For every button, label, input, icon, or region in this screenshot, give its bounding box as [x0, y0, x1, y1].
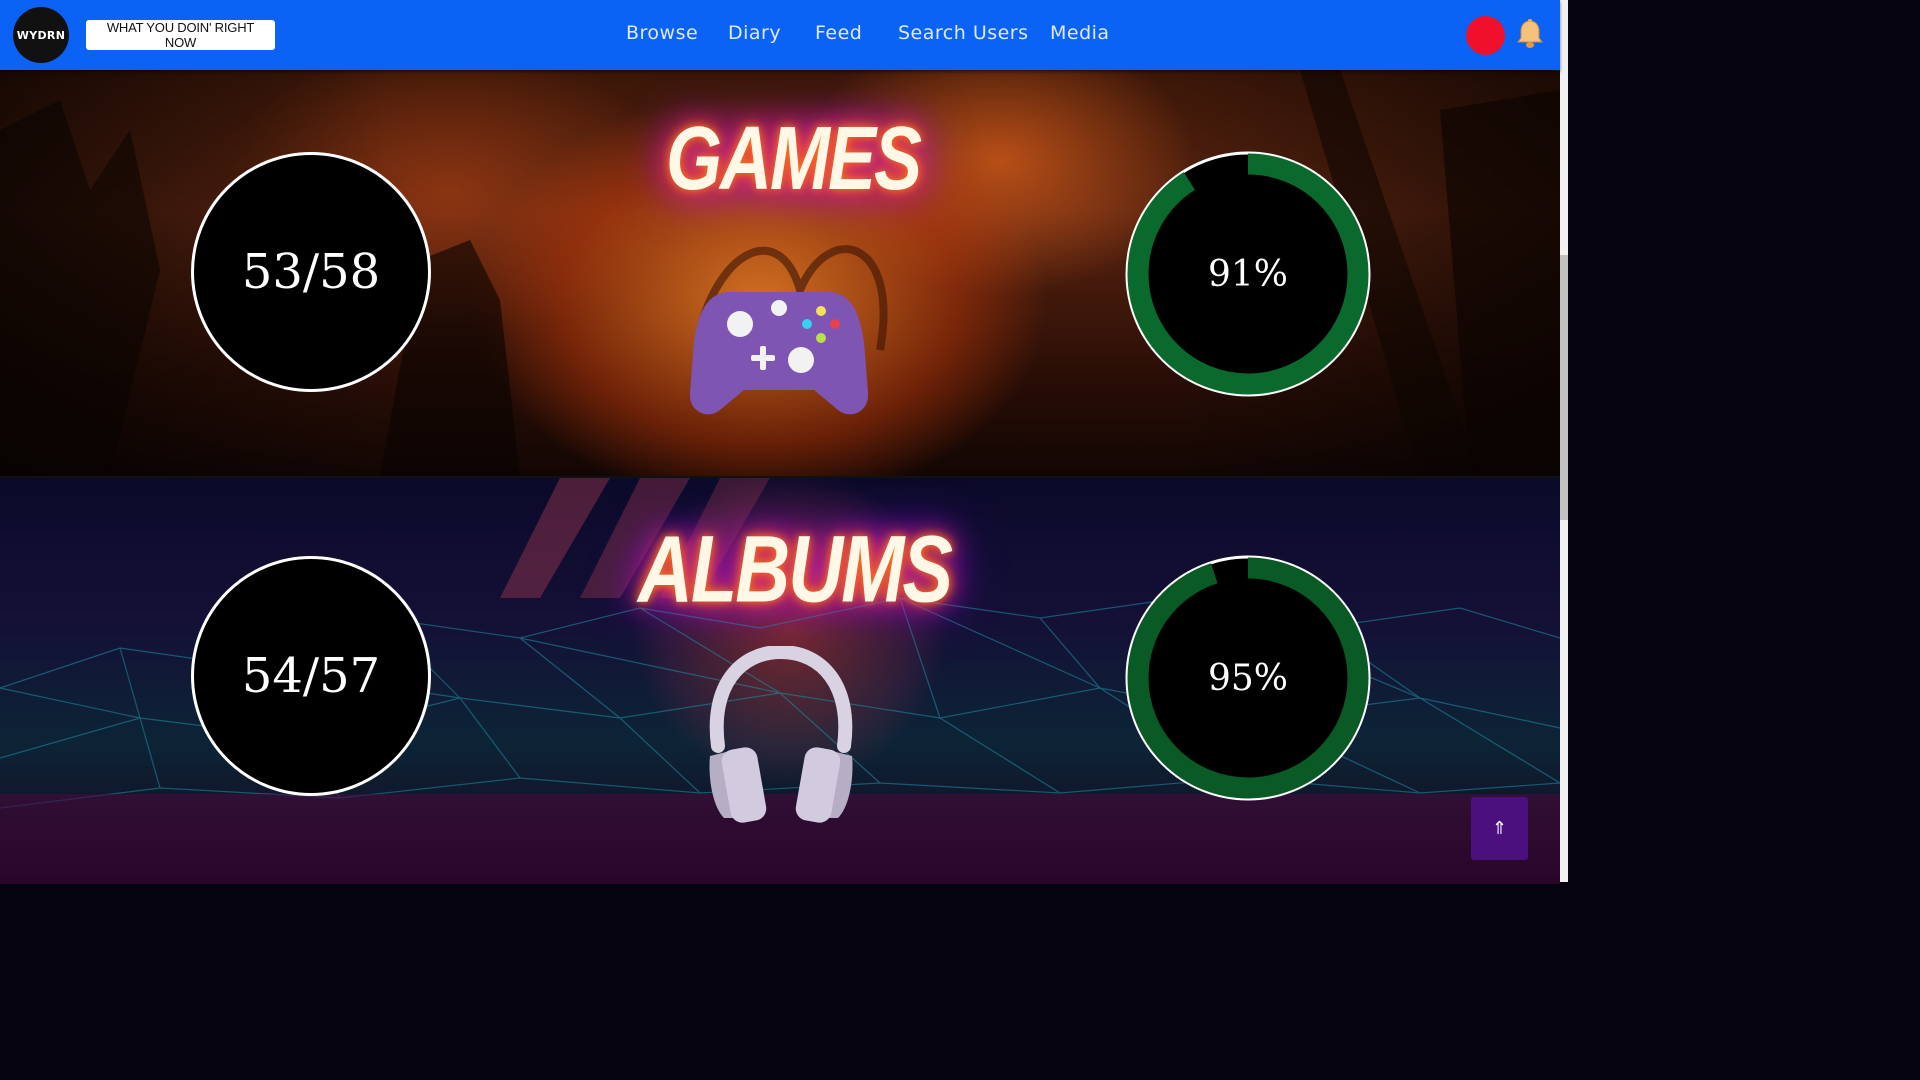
- games-percent-ring: 91%: [1124, 150, 1372, 398]
- games-section: GAMES 53/58 91%: [0, 70, 1560, 476]
- back-to-top-button[interactable]: ⇑: [1471, 797, 1528, 860]
- games-percent-label: 91%: [1207, 253, 1288, 295]
- nav-link-media[interactable]: Media: [1050, 22, 1110, 44]
- game-controller-icon: [690, 292, 868, 415]
- notification-bell-icon[interactable]: [1515, 18, 1545, 50]
- albums-percent-ring: 95%: [1124, 554, 1372, 802]
- what-you-doin-button[interactable]: WHAT YOU DOIN' RIGHT NOW: [86, 20, 275, 50]
- games-count-circle: 53/58: [191, 152, 431, 392]
- nav-link-search-users[interactable]: Search Users: [898, 22, 1029, 44]
- nav-link-browse[interactable]: Browse: [626, 22, 698, 44]
- albums-count-circle: 54/57: [191, 556, 431, 796]
- headphones-icon: [709, 646, 853, 823]
- scrollbar-thumb[interactable]: [1560, 255, 1568, 520]
- albums-percent-label: 95%: [1207, 657, 1288, 699]
- albums-section: ALBUMS 54/57 95%: [0, 476, 1560, 884]
- nav-link-diary[interactable]: Diary: [728, 22, 781, 44]
- user-avatar[interactable]: [1466, 16, 1505, 55]
- top-navbar: WYDRN WHAT YOU DOIN' RIGHT NOW Browse Di…: [0, 0, 1560, 70]
- site-logo[interactable]: WYDRN: [13, 7, 69, 63]
- nav-link-feed[interactable]: Feed: [815, 22, 862, 44]
- albums-title: ALBUMS: [638, 516, 953, 623]
- games-title: GAMES: [666, 109, 922, 209]
